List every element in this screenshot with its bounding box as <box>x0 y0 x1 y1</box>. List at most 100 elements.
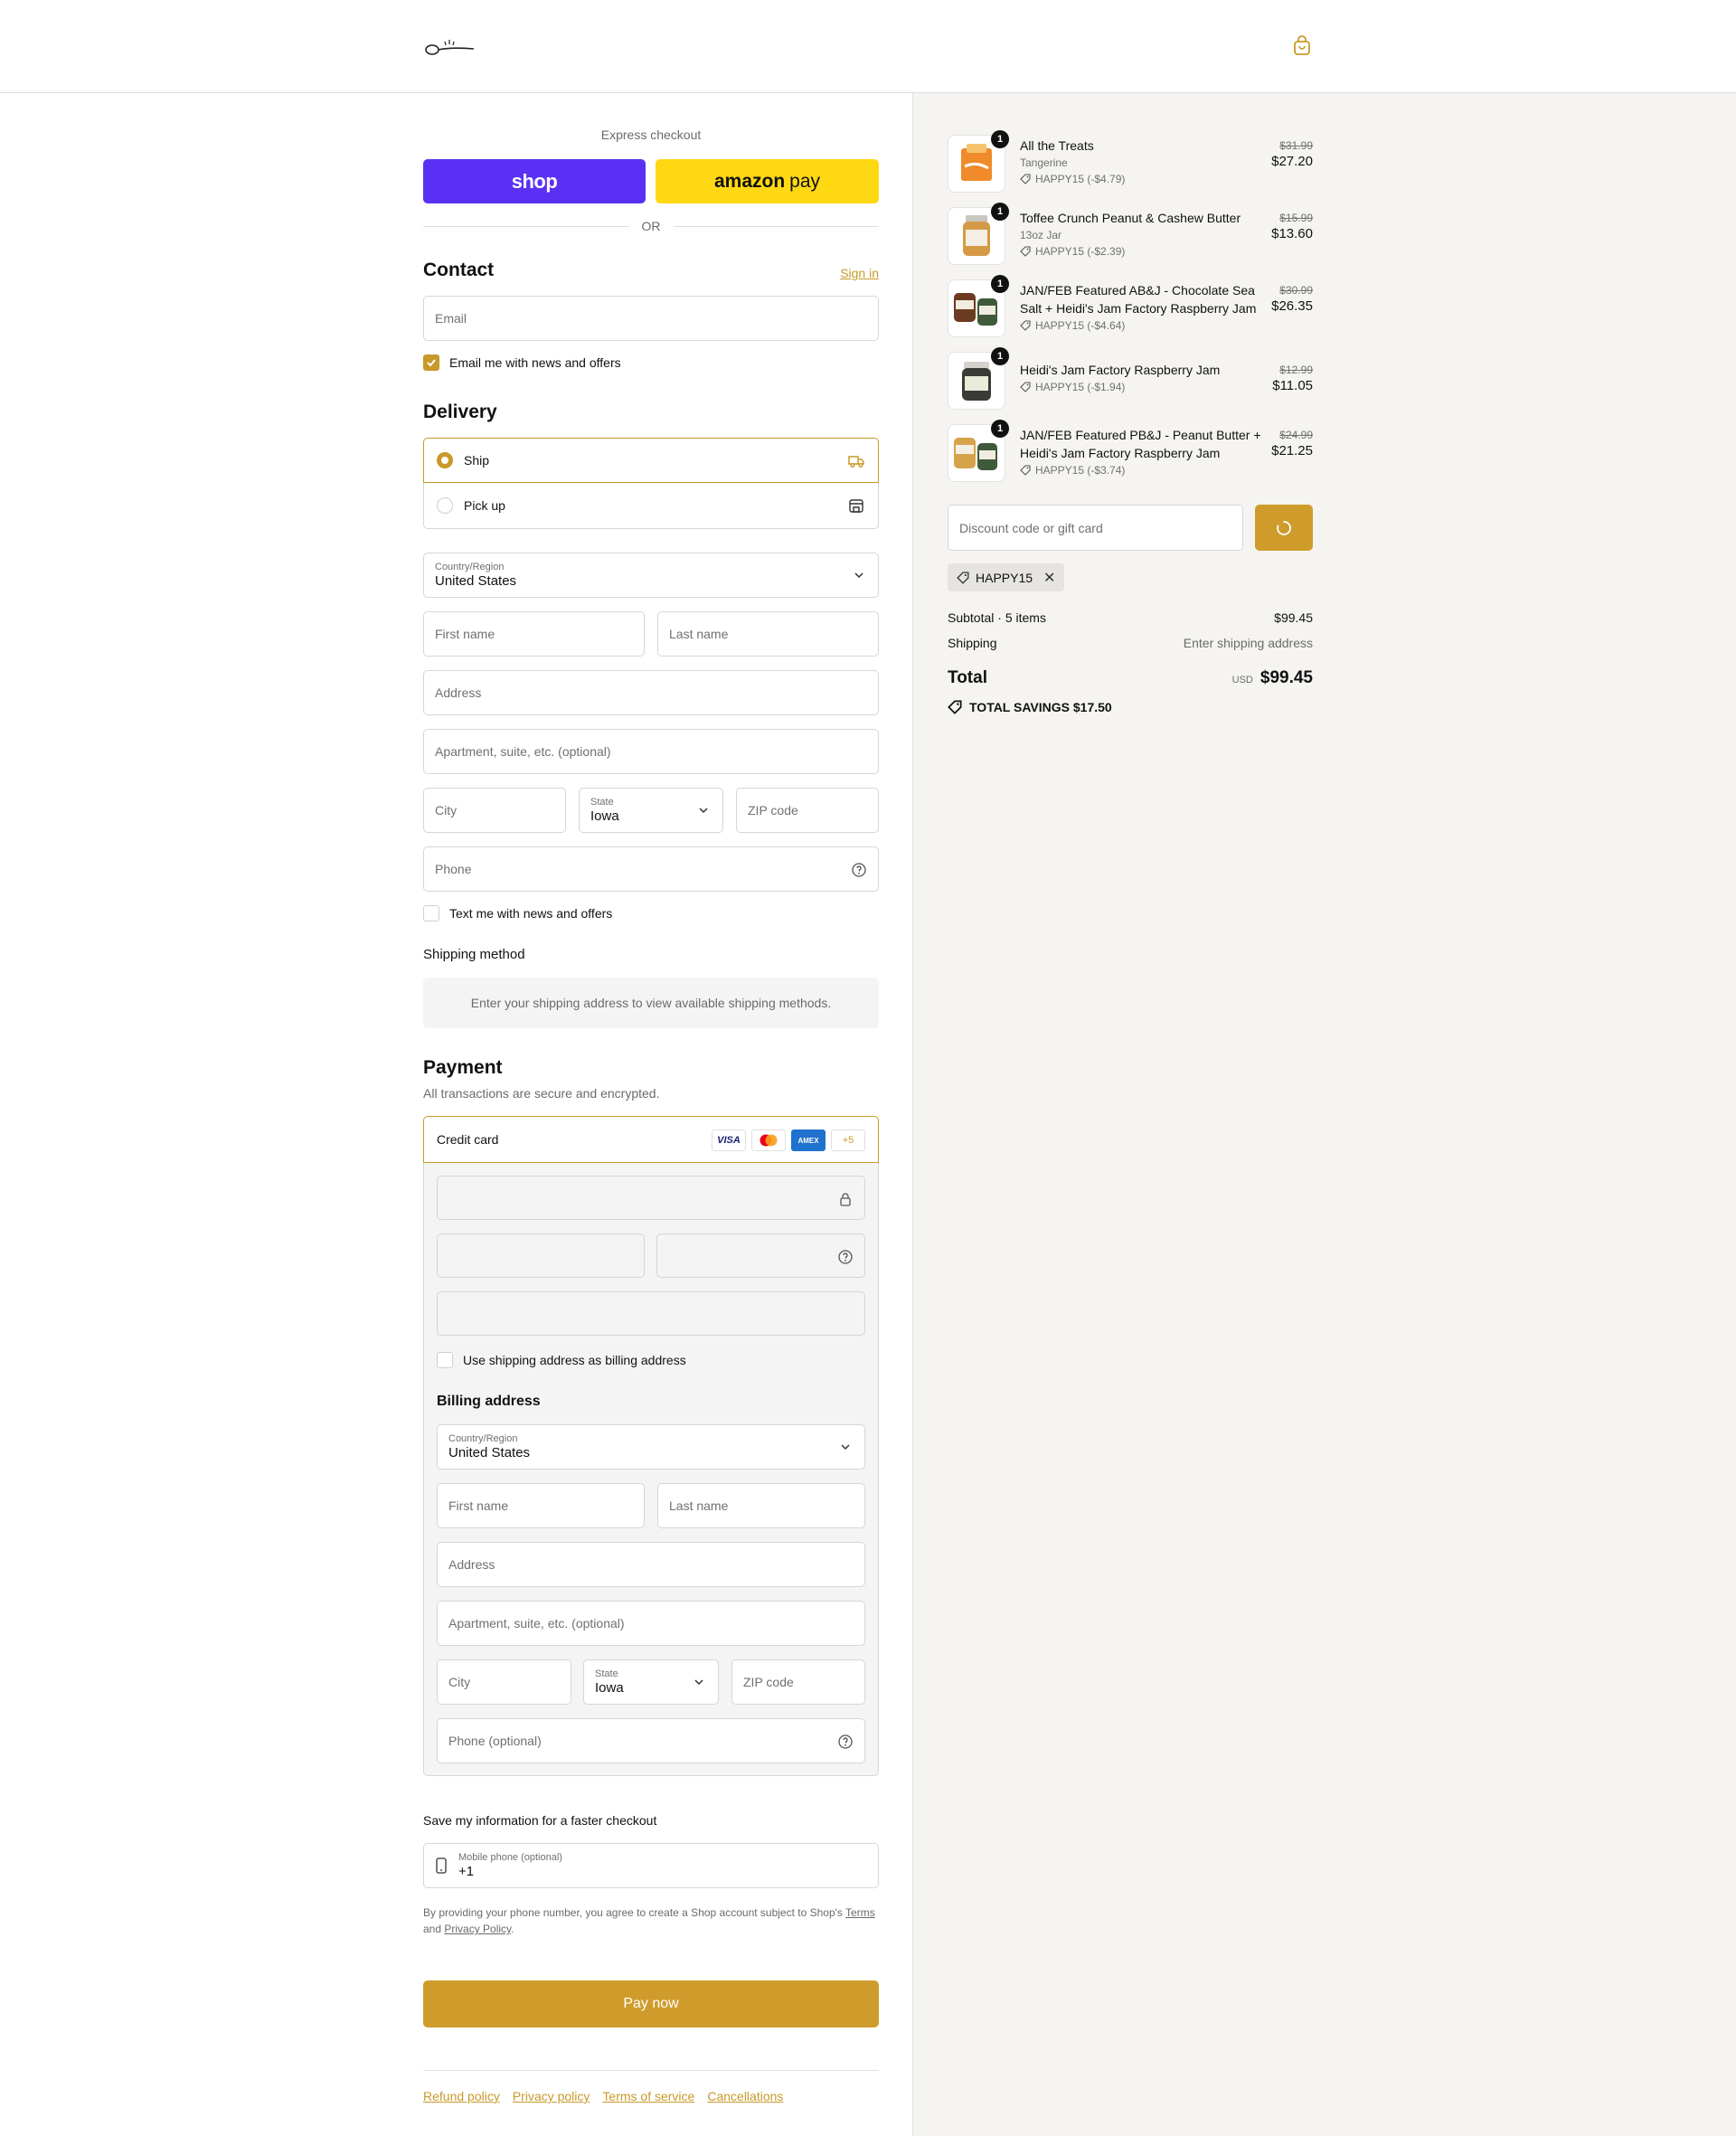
mobile-phone-icon <box>436 1857 447 1874</box>
card-number-field[interactable] <box>437 1176 865 1220</box>
billing-apartment-field[interactable]: Apartment, suite, etc. (optional) <box>437 1601 865 1646</box>
ship-option[interactable]: Ship <box>423 438 879 483</box>
line-item: 1 JAN/FEB Featured PB&J - Peanut Butter … <box>948 420 1313 484</box>
spoon-logo-icon[interactable] <box>423 36 476 58</box>
remove-discount-icon[interactable]: ✕ <box>1043 569 1055 587</box>
credit-card-option[interactable]: Credit card VISA AMEX +5 <box>423 1116 879 1163</box>
credit-card-label: Credit card <box>437 1132 499 1147</box>
billing-phone-field[interactable]: Phone (optional) <box>437 1718 865 1763</box>
visa-icon: VISA <box>712 1129 746 1151</box>
applied-discount-tag: HAPPY15 ✕ <box>948 563 1065 591</box>
sign-in-link[interactable]: Sign in <box>840 266 879 280</box>
phone-field[interactable]: Phone <box>423 846 879 892</box>
state-select[interactable]: State Iowa <box>579 788 723 833</box>
last-name-field[interactable]: Last name <box>657 611 879 657</box>
checkbox-unchecked-icon <box>423 905 439 922</box>
billing-state-select[interactable]: State Iowa <box>583 1659 719 1705</box>
product-thumbnail: 1 <box>948 420 1009 482</box>
quantity-badge: 1 <box>991 203 1009 221</box>
discount-code-input[interactable]: Discount code or gift card <box>948 505 1243 551</box>
help-circle-icon[interactable] <box>837 1249 854 1265</box>
more-cards-badge: +5 <box>831 1129 865 1151</box>
save-info-title: Save my information for a faster checkou… <box>423 1813 657 1828</box>
privacy-policy-link[interactable]: Privacy Policy <box>444 1923 511 1935</box>
pay-now-label: Pay now <box>623 1996 679 2011</box>
header <box>0 0 1736 93</box>
apartment-field[interactable]: Apartment, suite, etc. (optional) <box>423 729 879 774</box>
cancellations-link[interactable]: Cancellations <box>707 2089 783 2103</box>
email-placeholder: Email <box>435 311 467 326</box>
card-brands: VISA AMEX +5 <box>712 1129 865 1151</box>
shop-pay-button[interactable]: shop <box>423 159 646 203</box>
item-variant: Tangerine <box>1020 156 1068 169</box>
apply-discount-button[interactable] <box>1255 505 1313 551</box>
loading-spinner-icon <box>1277 520 1291 535</box>
item-discount-code: HAPPY15 (-$4.64) <box>1035 319 1126 332</box>
first-name-field[interactable]: First name <box>423 611 645 657</box>
billing-city-field[interactable]: City <box>437 1659 571 1705</box>
shipping-label: Shipping <box>948 636 997 650</box>
zip-placeholder: ZIP code <box>748 803 798 818</box>
item-original-price: $30.99 <box>1279 284 1313 297</box>
line-item: 1 Heidi's Jam Factory Raspberry Jam HAPP… <box>948 347 1313 411</box>
item-discount-code: HAPPY15 (-$2.39) <box>1035 245 1126 258</box>
billing-state-value: Iowa <box>595 1680 624 1696</box>
pickup-option[interactable]: Pick up <box>423 483 879 529</box>
billing-address-field[interactable]: Address <box>437 1542 865 1587</box>
applied-code: HAPPY15 <box>976 570 1033 585</box>
billing-country-select[interactable]: Country/Region United States <box>437 1424 865 1470</box>
city-field[interactable]: City <box>423 788 566 833</box>
quantity-badge: 1 <box>991 130 1009 148</box>
item-name: Toffee Crunch Peanut & Cashew Butter <box>1020 211 1241 225</box>
tag-icon <box>1020 246 1031 257</box>
security-code-field[interactable] <box>656 1233 865 1278</box>
mastercard-icon <box>751 1129 786 1151</box>
savings-value: $17.50 <box>1072 700 1112 714</box>
billing-apartment-placeholder: Apartment, suite, etc. (optional) <box>448 1616 625 1630</box>
country-value: United States <box>435 573 517 589</box>
privacy-policy-footer-link[interactable]: Privacy policy <box>513 2089 590 2103</box>
item-discount: HAPPY15 (-$1.94) <box>1020 379 1264 395</box>
first-name-placeholder: First name <box>435 627 495 641</box>
shopping-bag-icon[interactable] <box>1291 35 1313 57</box>
chevron-down-icon <box>841 1444 850 1451</box>
product-thumbnail: 1 <box>948 275 1009 337</box>
footer-divider <box>423 2070 879 2071</box>
delivery-title: Delivery <box>423 402 497 422</box>
refund-policy-link[interactable]: Refund policy <box>423 2089 500 2103</box>
total-value: $99.45 <box>1260 668 1313 687</box>
name-on-card-field[interactable] <box>437 1291 865 1336</box>
terms-of-service-link[interactable]: Terms of service <box>602 2089 694 2103</box>
text-news-checkbox[interactable]: Text me with news and offers <box>423 905 612 922</box>
email-news-checkbox[interactable]: Email me with news and offers <box>423 354 621 371</box>
help-circle-icon[interactable] <box>851 862 867 878</box>
use-shipping-checkbox[interactable]: Use shipping address as billing address <box>437 1352 686 1368</box>
pay-now-button[interactable]: Pay now <box>423 1980 879 2027</box>
country-label: Country/Region <box>435 562 505 572</box>
amazon-pay-button[interactable]: amazon pay <box>656 159 879 203</box>
billing-zip-field[interactable]: ZIP code <box>731 1659 865 1705</box>
expiry-field[interactable] <box>437 1233 645 1278</box>
store-icon <box>849 499 863 513</box>
billing-last-name-field[interactable]: Last name <box>657 1483 865 1528</box>
billing-country-label: Country/Region <box>448 1433 518 1444</box>
zip-field[interactable]: ZIP code <box>736 788 879 833</box>
tag-icon <box>948 700 962 714</box>
country-select[interactable]: Country/Region United States <box>423 553 879 598</box>
help-circle-icon[interactable] <box>837 1734 854 1750</box>
last-name-placeholder: Last name <box>669 627 729 641</box>
shipping-row: Shipping Enter shipping address <box>948 636 1313 650</box>
credit-card-form: Use shipping address as billing address … <box>423 1162 879 1776</box>
terms-link[interactable]: Terms <box>845 1906 875 1919</box>
amazon-pay-label: pay <box>789 170 821 192</box>
quantity-badge: 1 <box>991 420 1009 438</box>
item-discount: HAPPY15 (-$4.64) <box>1020 317 1264 334</box>
apartment-placeholder: Apartment, suite, etc. (optional) <box>435 744 611 759</box>
mobile-phone-field[interactable]: Mobile phone (optional) +1 <box>423 1843 879 1888</box>
item-variant: 13oz Jar <box>1020 229 1062 241</box>
billing-first-name-field[interactable]: First name <box>437 1483 645 1528</box>
text-news-label: Text me with news and offers <box>449 906 613 921</box>
subtotal-label: Subtotal · 5 items <box>948 610 1046 625</box>
email-field[interactable]: Email <box>423 296 879 341</box>
address-field[interactable]: Address <box>423 670 879 715</box>
